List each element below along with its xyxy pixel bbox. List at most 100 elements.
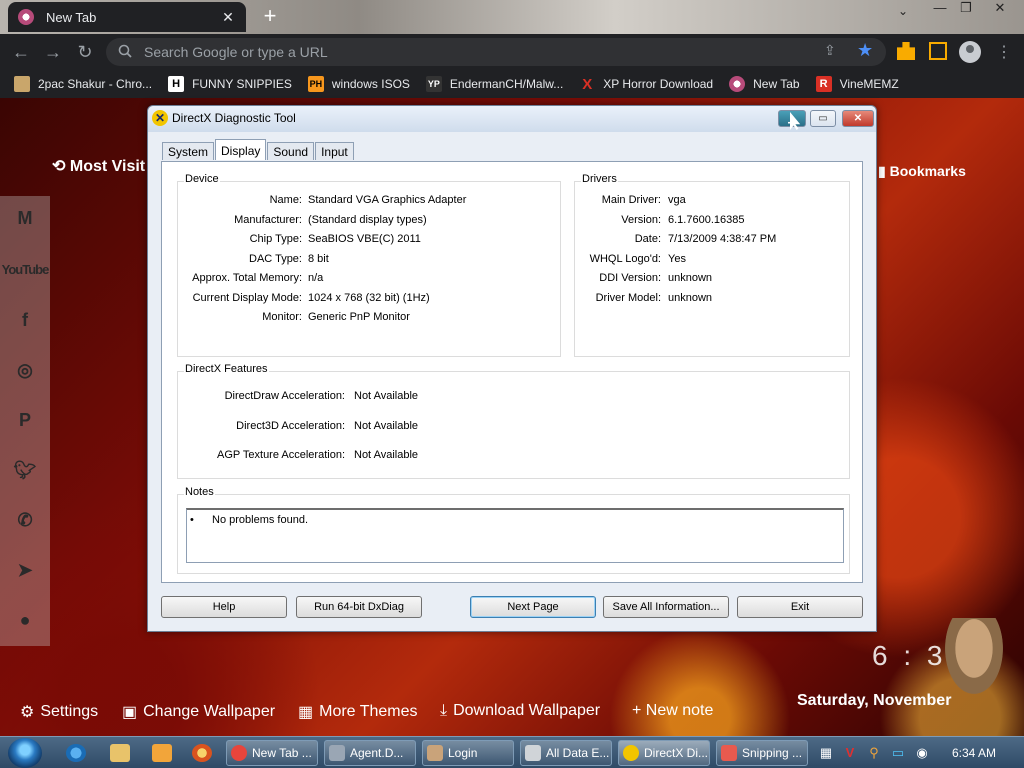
- reload-icon[interactable]: ↻: [74, 41, 96, 63]
- exit-button[interactable]: Exit: [737, 596, 863, 618]
- driver-value: 7/13/2009 4:38:47 PM: [668, 233, 777, 245]
- bookmark-2pac[interactable]: 2pac Shakur - Chro...: [14, 76, 152, 92]
- driver-value: vga: [668, 194, 686, 206]
- tab-new-tab[interactable]: New Tab ✕: [8, 2, 246, 32]
- side-panel-icon[interactable]: [929, 42, 947, 60]
- device-group-title: Device: [184, 173, 220, 185]
- bookmark-funny-snippies[interactable]: H FUNNY SNIPPIES: [168, 76, 292, 92]
- tab-sound[interactable]: Sound: [267, 142, 315, 160]
- taskbar-item-directx[interactable]: DirectX Di...: [618, 740, 710, 766]
- h-favicon-icon: H: [168, 76, 185, 92]
- tray-app-icon[interactable]: ▦: [818, 745, 834, 761]
- download-wallpaper-label: Download Wallpaper: [453, 702, 601, 719]
- gmail-icon[interactable]: M: [8, 202, 42, 234]
- windows-taskbar: New Tab ... Agent.D... Login All Data E.…: [0, 736, 1024, 768]
- app-pinned-icon[interactable]: [192, 744, 212, 762]
- extensions-icon[interactable]: [897, 42, 915, 60]
- bookmark-label: 2pac Shakur - Chro...: [38, 77, 153, 91]
- profile-avatar[interactable]: [959, 41, 981, 63]
- bookmark-vinememz[interactable]: R VineMEMZ: [815, 76, 899, 92]
- twitter-icon[interactable]: 🐦︎: [8, 454, 42, 486]
- tab-display[interactable]: Display: [215, 139, 267, 160]
- close-window-button[interactable]: ✕: [988, 0, 1012, 18]
- youtube-icon[interactable]: YouTube: [0, 254, 50, 286]
- facebook-icon[interactable]: f: [8, 304, 42, 336]
- bookmark-label: VineMEMZ: [839, 77, 899, 91]
- tray-search-icon[interactable]: ⚲: [866, 745, 882, 761]
- close-tab-icon[interactable]: ✕: [220, 9, 236, 26]
- back-icon[interactable]: ←: [10, 41, 32, 63]
- settings-link[interactable]: ⚙ Settings: [20, 702, 98, 722]
- notes-group-title: Notes: [184, 486, 215, 498]
- taskbar-item-new-tab[interactable]: New Tab ...: [226, 740, 318, 766]
- menu-kebab-icon[interactable]: ⋮: [996, 42, 1012, 62]
- media-player-icon[interactable]: [152, 744, 172, 762]
- more-themes-link[interactable]: ▦ More Themes: [298, 702, 418, 722]
- login-icon: [427, 745, 443, 761]
- bookmark-windows-isos[interactable]: PH windows ISOS: [307, 76, 410, 92]
- image-icon: ▣: [122, 704, 138, 721]
- help-button[interactable]: Help: [161, 596, 287, 618]
- tab-search-chevron-icon[interactable]: ⌄: [898, 4, 908, 18]
- taskbar-item-login[interactable]: Login: [422, 740, 514, 766]
- close-button[interactable]: ✕: [842, 110, 874, 127]
- file-explorer-icon[interactable]: [110, 744, 130, 762]
- bookmark-xp-horror[interactable]: X XP Horror Download: [579, 75, 713, 93]
- most-visited-heading[interactable]: ⟲ Most Visit: [52, 156, 145, 176]
- reddit-icon[interactable]: ●: [8, 604, 42, 636]
- minimize-window-button[interactable]: —: [928, 0, 952, 18]
- feature-value: Not Available: [354, 420, 419, 432]
- notes-textbox[interactable]: • No problems found.: [186, 508, 844, 563]
- device-value: (Standard display types): [308, 214, 427, 226]
- maximize-button[interactable]: ▭: [810, 110, 836, 127]
- directx-diagnostic-window: ✕ DirectX Diagnostic Tool ▁ ▭ ✕ System D…: [147, 105, 877, 632]
- taskbar-item-label: Snipping ...: [742, 746, 803, 760]
- settings-label: Settings: [40, 703, 99, 720]
- whatsapp-icon[interactable]: ✆: [8, 504, 42, 536]
- taskbar-item-label: DirectX Di...: [644, 746, 709, 760]
- share-icon[interactable]: ⇪: [824, 42, 836, 59]
- taskbar-item-agent[interactable]: Agent.D...: [324, 740, 416, 766]
- omnibox[interactable]: Search Google or type a URL: [106, 38, 886, 66]
- next-page-button[interactable]: Next Page: [470, 596, 596, 618]
- download-wallpaper-link[interactable]: ⤓ Download Wallpaper: [440, 702, 600, 720]
- taskbar-item-all-data[interactable]: All Data E...: [520, 740, 612, 766]
- x-favicon-icon: X: [582, 75, 593, 93]
- dialog-titlebar[interactable]: ✕ DirectX Diagnostic Tool ▁ ▭ ✕: [148, 106, 876, 132]
- run-64bit-dxdiag-button[interactable]: Run 64-bit DxDiag: [296, 596, 422, 618]
- feature-value: Not Available: [354, 449, 419, 461]
- taskbar-item-label: Login: [448, 746, 478, 760]
- internet-explorer-icon[interactable]: [66, 744, 86, 762]
- bookmarks-link[interactable]: ▮ Bookmarks: [878, 163, 966, 180]
- bookmark-new-tab[interactable]: New Tab: [729, 76, 800, 92]
- new-tab-button[interactable]: +: [258, 4, 282, 28]
- grid-icon: ▦: [298, 704, 314, 721]
- download-icon: ⤓: [440, 702, 448, 719]
- save-all-information-button[interactable]: Save All Information...: [603, 596, 729, 618]
- bookmark-star-icon[interactable]: ★: [857, 40, 873, 61]
- tab-input[interactable]: Input: [315, 142, 354, 160]
- tray-disc-icon[interactable]: ◉: [914, 745, 930, 761]
- new-note-link[interactable]: + New note: [632, 702, 713, 720]
- drivers-group: Drivers Main Driver: vga Version: 6.1.76…: [574, 173, 850, 357]
- start-button[interactable]: [8, 738, 42, 768]
- yp-favicon-icon: YP: [425, 76, 442, 92]
- directx-icon: ✕: [152, 110, 168, 126]
- bookmark-endermanch[interactable]: YP EndermanCH/Malw...: [425, 76, 563, 92]
- restore-window-button[interactable]: ❐: [954, 0, 978, 18]
- taskbar-item-snipping[interactable]: Snipping ...: [716, 740, 808, 766]
- instagram-icon[interactable]: ◎: [8, 354, 42, 386]
- tab-system[interactable]: System: [162, 142, 215, 160]
- taskbar-clock[interactable]: 6:34 AM: [952, 746, 996, 760]
- device-value: Standard VGA Graphics Adapter: [308, 194, 467, 206]
- pinterest-icon[interactable]: P: [8, 404, 42, 436]
- chrome-icon: [231, 745, 247, 761]
- change-wallpaper-link[interactable]: ▣ Change Wallpaper: [122, 702, 275, 722]
- driver-value: unknown: [668, 272, 713, 284]
- new-tab-favicon-icon: [18, 9, 34, 25]
- tray-v-icon[interactable]: V: [842, 745, 858, 761]
- forward-icon[interactable]: →: [42, 41, 64, 63]
- telegram-icon[interactable]: ➤: [8, 554, 42, 586]
- display-tab-panel: Device Name: Standard VGA Graphics Adapt…: [161, 161, 863, 583]
- tray-monitor-icon[interactable]: ▭: [890, 745, 906, 761]
